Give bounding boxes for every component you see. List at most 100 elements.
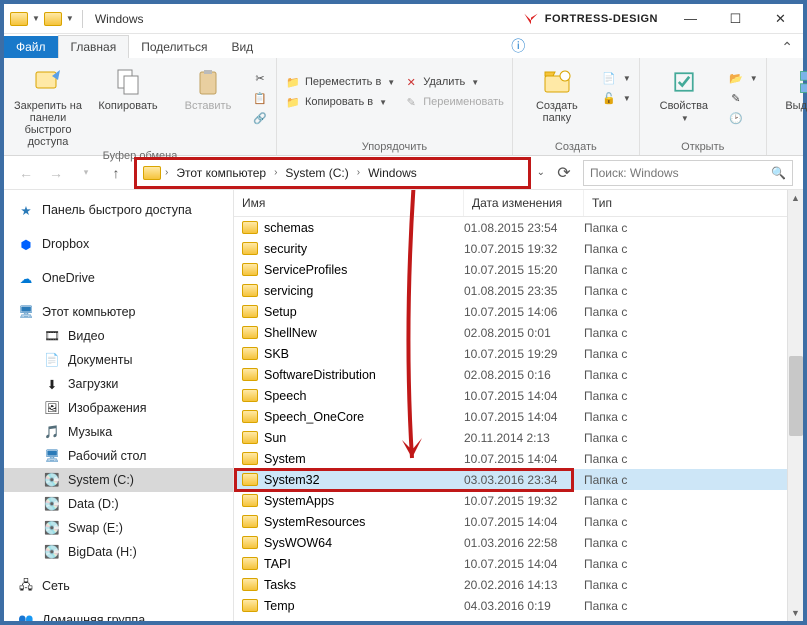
table-row[interactable]: SystemApps10.07.2015 19:32Папка с — [234, 490, 803, 511]
sidebar-documents[interactable]: 📄Документы — [4, 348, 233, 372]
crumb-folder[interactable]: Windows — [364, 164, 421, 182]
scroll-down-button[interactable]: ▼ — [788, 605, 804, 621]
search-input[interactable]: Поиск: Windows 🔍 — [583, 160, 793, 186]
forward-button[interactable]: → — [44, 161, 68, 185]
table-row[interactable]: SoftwareDistribution02.08.2015 0:16Папка… — [234, 364, 803, 385]
properties-button[interactable]: Свойства ▼ — [648, 62, 720, 123]
sidebar-homegroup[interactable]: 👥Домашняя группа — [4, 608, 233, 621]
select-all-button[interactable]: Выделить ▼ — [775, 62, 807, 123]
recent-dropdown[interactable]: ▾ — [74, 161, 98, 185]
column-type[interactable]: Тип — [584, 190, 803, 216]
table-row[interactable]: System3203.03.2016 23:34Папка с — [234, 469, 803, 490]
qat-folder-icon[interactable] — [44, 12, 62, 26]
file-name: Speech — [264, 389, 306, 403]
folder-icon — [242, 284, 258, 297]
ribbon-group-new: Создать папку 📄▼ 🔓▼ Создать — [513, 58, 640, 155]
breadcrumb[interactable]: › Этот компьютер › System (C:) › Windows — [134, 157, 531, 189]
sidebar-network[interactable]: 🖧Сеть — [4, 574, 233, 598]
table-row[interactable]: ShellNew02.08.2015 0:01Папка с — [234, 322, 803, 343]
table-row[interactable]: Speech_OneCore10.07.2015 14:04Папка с — [234, 406, 803, 427]
cut-button[interactable]: ✂ — [252, 68, 268, 88]
scroll-thumb[interactable] — [789, 356, 803, 436]
table-row[interactable]: Temp04.03.2016 0:19Папка с — [234, 595, 803, 616]
crumb-this-pc[interactable]: Этот компьютер — [172, 164, 270, 182]
crumb-drive[interactable]: System (C:) — [281, 164, 352, 182]
edit-button[interactable]: ✎ — [728, 88, 758, 108]
address-dropdown[interactable]: ⌄ — [531, 167, 551, 178]
search-icon: 🔍 — [771, 166, 786, 180]
sidebar-onedrive[interactable]: ☁OneDrive — [4, 266, 233, 290]
table-row[interactable]: SystemResources10.07.2015 14:04Папка с — [234, 511, 803, 532]
sidebar-downloads[interactable]: ⬇Загрузки — [4, 372, 233, 396]
minimize-button[interactable]: — — [668, 4, 713, 34]
new-folder-label: Создать папку — [521, 100, 593, 124]
column-headers[interactable]: Имя Дата изменения Тип — [234, 190, 803, 217]
up-button[interactable]: ↑ — [104, 161, 128, 185]
sidebar-dropbox[interactable]: ⬢Dropbox — [4, 232, 233, 256]
column-name[interactable]: Имя — [234, 190, 464, 216]
move-to-button[interactable]: 📁Переместить в▼ — [285, 72, 395, 92]
delete-button[interactable]: ✕Удалить▼ — [403, 72, 504, 92]
table-row[interactable]: schemas01.08.2015 23:54Папка с — [234, 217, 803, 238]
folder-icon — [242, 557, 258, 570]
copy-to-button[interactable]: 📁Копировать в▼ — [285, 92, 395, 112]
close-button[interactable]: ✕ — [758, 4, 803, 34]
scroll-up-button[interactable]: ▲ — [788, 190, 804, 206]
file-type: Папка с — [584, 557, 803, 571]
paste-shortcut-button[interactable]: 🔗 — [252, 108, 268, 128]
pin-label: Закрепить на панели быстрого доступа — [12, 100, 84, 148]
open-button[interactable]: 📂▼ — [728, 68, 758, 88]
vertical-scrollbar[interactable]: ▲ ▼ — [787, 190, 803, 621]
table-row[interactable]: Setup10.07.2015 14:06Папка с — [234, 301, 803, 322]
table-row[interactable]: ServiceProfiles10.07.2015 15:20Папка с — [234, 259, 803, 280]
sidebar-item-label: BigData (H:) — [68, 545, 137, 559]
table-row[interactable]: servicing01.08.2015 23:35Папка с — [234, 280, 803, 301]
table-row[interactable]: SKB10.07.2015 19:29Папка с — [234, 343, 803, 364]
table-row[interactable]: Speech10.07.2015 14:04Папка с — [234, 385, 803, 406]
maximize-button[interactable]: ☐ — [713, 4, 758, 34]
tab-view[interactable]: Вид — [219, 36, 265, 58]
sidebar-bigdata-h[interactable]: 💽BigData (H:) — [4, 540, 233, 564]
new-item-button[interactable]: 📄▼ — [601, 68, 631, 88]
file-name: ShellNew — [264, 326, 317, 340]
qat-dropdown2-icon[interactable]: ▼ — [66, 14, 74, 23]
back-button[interactable]: ← — [14, 161, 38, 185]
table-row[interactable]: TAPI10.07.2015 14:04Папка с — [234, 553, 803, 574]
sidebar-desktop[interactable]: 🖥Рабочий стол — [4, 444, 233, 468]
tab-file[interactable]: Файл — [4, 36, 58, 58]
sidebar-item-label: Панель быстрого доступа — [42, 203, 192, 217]
pin-button[interactable]: Закрепить на панели быстрого доступа — [12, 62, 84, 148]
ribbon-collapse-icon[interactable]: ⌃ — [771, 37, 803, 58]
qat-dropdown-icon[interactable]: ▼ — [32, 14, 40, 23]
paste-button[interactable]: Вставить — [172, 62, 244, 112]
sidebar-music[interactable]: 🎵Музыка — [4, 420, 233, 444]
sidebar-pictures[interactable]: 🖼Изображения — [4, 396, 233, 420]
sidebar-swap-e[interactable]: 💽Swap (E:) — [4, 516, 233, 540]
history-button[interactable]: 🕑 — [728, 108, 758, 128]
refresh-button[interactable]: ⟳ — [551, 160, 577, 186]
sidebar-system-c[interactable]: 💽System (C:) — [4, 468, 233, 492]
navigation-pane[interactable]: ★Панель быстрого доступа ⬢Dropbox ☁OneDr… — [4, 190, 234, 621]
table-row[interactable]: Sun20.11.2014 2:13Папка с — [234, 427, 803, 448]
file-list[interactable]: schemas01.08.2015 23:54Папка сsecurity10… — [234, 217, 803, 621]
table-row[interactable]: System10.07.2015 14:04Папка с — [234, 448, 803, 469]
table-row[interactable]: security10.07.2015 19:32Папка с — [234, 238, 803, 259]
sidebar-data-d[interactable]: 💽Data (D:) — [4, 492, 233, 516]
easy-access-button[interactable]: 🔓▼ — [601, 88, 631, 108]
file-type: Папка с — [584, 494, 803, 508]
sidebar-this-pc[interactable]: 🖥Этот компьютер — [4, 300, 233, 324]
new-folder-button[interactable]: Создать папку — [521, 62, 593, 124]
table-row[interactable]: Tasks20.02.2016 14:13Папка с — [234, 574, 803, 595]
copy-button[interactable]: Копировать — [92, 62, 164, 112]
sidebar-videos[interactable]: 🎞Видео — [4, 324, 233, 348]
rename-button[interactable]: ✎Переименовать — [403, 92, 504, 112]
tab-home[interactable]: Главная — [58, 35, 130, 58]
sidebar-quick-access[interactable]: ★Панель быстрого доступа — [4, 198, 233, 222]
delete-icon: ✕ — [403, 74, 419, 90]
tab-share[interactable]: Поделиться — [129, 36, 219, 58]
ribbon-help-icon[interactable]: ⓘ — [501, 34, 535, 58]
column-date[interactable]: Дата изменения — [464, 190, 584, 216]
copy-path-button[interactable]: 📋 — [252, 88, 268, 108]
shortcut-icon: 🔗 — [252, 110, 268, 126]
table-row[interactable]: SysWOW6401.03.2016 22:58Папка с — [234, 532, 803, 553]
